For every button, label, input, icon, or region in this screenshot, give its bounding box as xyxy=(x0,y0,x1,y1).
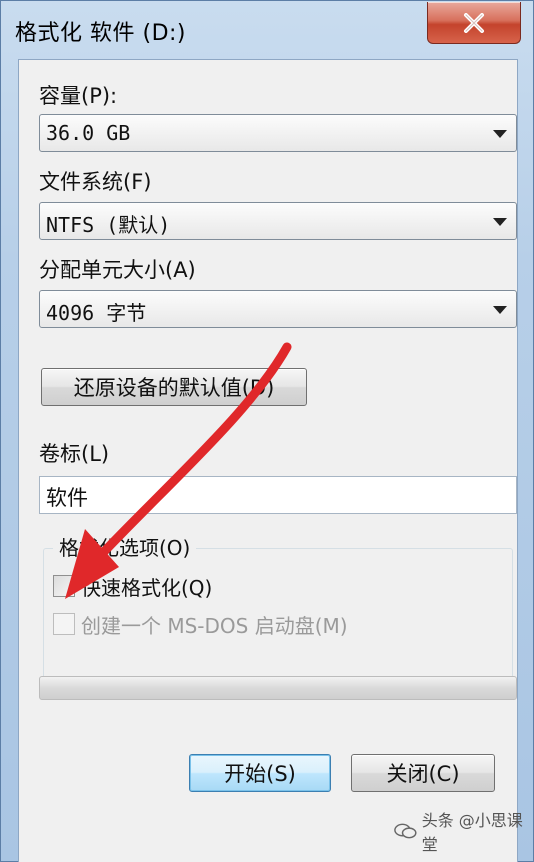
window-title: 格式化 软件 (D:) xyxy=(15,21,187,46)
volume-label-value: 软件 xyxy=(46,486,88,510)
chevron-down-icon xyxy=(493,306,507,314)
msdos-disk-option: 创建一个 MS-DOS 启动盘(M) xyxy=(53,610,348,638)
format-options-legend: 格式化选项(O) xyxy=(53,532,197,561)
quick-format-label: 快速格式化(Q) xyxy=(81,575,213,600)
watermark: 头条 @小思课堂 xyxy=(393,807,533,855)
restore-defaults-button[interactable]: 还原设备的默认值(D) xyxy=(41,368,307,406)
volume-label: 卷标(L) xyxy=(39,442,110,466)
capacity-value: 36.0 GB xyxy=(46,121,131,145)
filesystem-label: 文件系统(F) xyxy=(39,170,152,194)
capacity-label: 容量(P): xyxy=(39,84,118,108)
volume-label-input[interactable]: 软件 xyxy=(39,476,517,514)
filesystem-value: NTFS (默认) xyxy=(46,213,171,237)
close-button[interactable]: 关闭(C) xyxy=(351,754,495,792)
window-close-button[interactable] xyxy=(427,2,521,44)
chevron-down-icon xyxy=(493,218,507,226)
msdos-disk-label: 创建一个 MS-DOS 启动盘(M) xyxy=(81,613,348,638)
allocation-label: 分配单元大小(A) xyxy=(39,258,196,282)
quick-format-option[interactable]: 快速格式化(Q) xyxy=(53,572,212,600)
allocation-value: 4096 字节 xyxy=(46,301,147,325)
filesystem-select[interactable]: NTFS (默认) xyxy=(39,202,517,240)
dialog-client-area: 容量(P): 36.0 GB 文件系统(F) NTFS (默认) 分配单元大小(… xyxy=(18,59,518,862)
allocation-select[interactable]: 4096 字节 xyxy=(39,290,517,328)
watermark-text: 头条 @小思课堂 xyxy=(421,811,523,854)
format-progress-bar xyxy=(39,676,517,700)
window-frame: 格式化 软件 (D:) 容量(P): 36.0 GB 文件系统(F) NTFS … xyxy=(0,0,534,862)
chevron-down-icon xyxy=(493,130,507,138)
start-button[interactable]: 开始(S) xyxy=(189,754,331,792)
title-bar[interactable]: 格式化 软件 (D:) xyxy=(1,1,534,59)
close-icon xyxy=(464,12,484,33)
capacity-select[interactable]: 36.0 GB xyxy=(39,114,517,152)
quick-format-checkbox[interactable] xyxy=(53,575,75,597)
msdos-disk-checkbox xyxy=(53,613,75,635)
wechat-logo-icon xyxy=(394,823,417,839)
